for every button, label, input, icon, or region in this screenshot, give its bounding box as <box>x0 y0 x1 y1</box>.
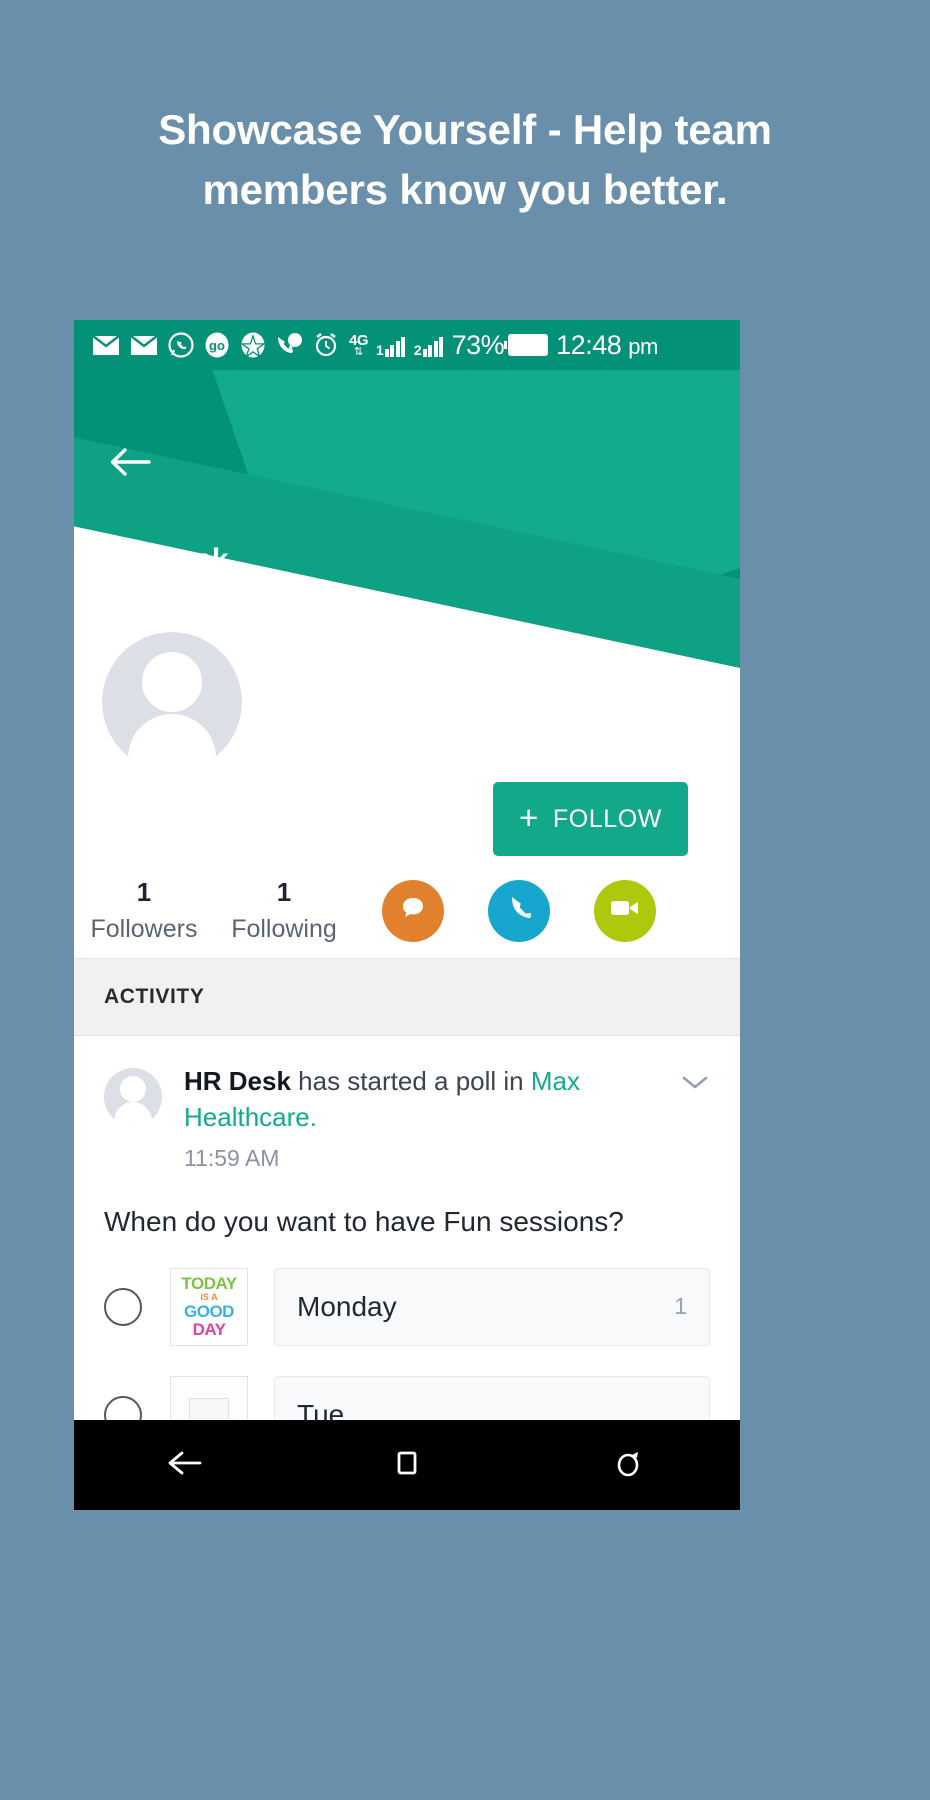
chat-icon <box>398 893 428 928</box>
thumb-line-1: TODAY <box>181 1274 237 1294</box>
video-icon <box>609 896 641 925</box>
android-recents-button[interactable] <box>589 1435 669 1495</box>
post-actor: HR Desk <box>184 1066 291 1096</box>
star-icon <box>240 332 266 358</box>
android-back-icon <box>166 1449 204 1482</box>
android-back-button[interactable] <box>145 1435 225 1495</box>
whatsapp-icon <box>168 332 194 358</box>
follow-button-label: FOLLOW <box>552 804 662 833</box>
profile-summary: + FOLLOW 1 Followers 1 Following <box>74 632 740 958</box>
post-timestamp: 11:59 AM <box>184 1144 280 1171</box>
android-home-icon <box>393 1449 421 1482</box>
thumb-line-4: DAY <box>192 1320 226 1340</box>
signal-sim1-icon: 1 <box>376 333 407 357</box>
sim2-label: 2 <box>413 342 422 358</box>
post-action: has started a poll in <box>290 1066 531 1096</box>
call-icon <box>504 893 534 928</box>
chat-call-icon <box>276 333 303 357</box>
poll-question: When do you want to have Fun sessions? <box>104 1205 624 1237</box>
profile-action-buttons <box>382 879 656 942</box>
android-nav-bar <box>74 1420 740 1510</box>
activity-section-header: ACTIVITY <box>74 958 740 1036</box>
poll-option-count: 1 <box>674 1293 687 1320</box>
status-bar: go 4G ⇅ 1 2 73% 12:48 pm <box>74 320 740 370</box>
battery-icon <box>504 334 549 356</box>
poll-option-monday[interactable]: TODAY IS A GOOD DAY Monday 1 <box>104 1267 710 1346</box>
stat-following[interactable]: 1 Following <box>214 878 354 944</box>
follow-button[interactable]: + FOLLOW <box>492 782 688 856</box>
video-call-button[interactable] <box>594 879 656 942</box>
go-icon: go <box>204 332 230 358</box>
avatar-body-shape <box>114 1102 152 1126</box>
plus-icon: + <box>518 799 539 836</box>
sim1-label: 1 <box>376 342 384 358</box>
following-label: Following <box>231 914 337 943</box>
promo-headline: Showcase Yourself - Help team members kn… <box>158 106 772 213</box>
svg-text:go: go <box>209 338 225 353</box>
chevron-down-icon <box>681 1074 709 1095</box>
phone-screen: go 4G ⇅ 1 2 73% 12:48 pm HR Desk + FOLLO… <box>74 320 740 1500</box>
activity-post: HR Desk has started a poll in Max Health… <box>74 1036 740 1454</box>
clock-time: 12:48 <box>556 329 622 360</box>
followers-label: Followers <box>90 914 198 943</box>
poll-option-bar[interactable]: Monday 1 <box>274 1267 710 1346</box>
network-4g-icon: 4G ⇅ <box>349 333 369 358</box>
avatar-head-shape <box>120 1076 146 1102</box>
post-avatar[interactable] <box>104 1068 162 1126</box>
clock-ampm: pm <box>628 333 658 359</box>
android-home-button[interactable] <box>367 1435 447 1495</box>
post-sentence: HR Desk has started a poll in Max Health… <box>184 1064 670 1136</box>
post-body: HR Desk has started a poll in Max Health… <box>184 1064 680 1172</box>
mail-icon <box>92 334 120 356</box>
page-title: HR Desk <box>104 543 229 576</box>
avatar-head-shape <box>142 652 202 712</box>
signal-sim2-icon: 2 <box>414 333 445 357</box>
battery-percent: 73% <box>451 329 505 360</box>
followers-count: 1 <box>136 877 152 907</box>
post-expand-button[interactable] <box>680 1074 710 1095</box>
call-button[interactable] <box>488 879 550 942</box>
chat-button[interactable] <box>382 879 444 942</box>
stat-followers[interactable]: 1 Followers <box>74 878 214 944</box>
thumb-line-3: GOOD <box>184 1302 234 1322</box>
poll-option-label: Monday <box>297 1290 397 1322</box>
mail-icon <box>130 334 158 356</box>
back-arrow-icon <box>109 446 151 483</box>
thumb-line-2: IS A <box>200 1292 218 1303</box>
post-header: HR Desk has started a poll in Max Health… <box>104 1064 710 1172</box>
alarm-icon <box>313 332 339 358</box>
network-arrows: ⇅ <box>353 345 364 358</box>
following-count: 1 <box>276 877 292 907</box>
clock: 12:48 pm <box>556 330 658 361</box>
android-recents-icon <box>614 1448 644 1483</box>
avatar[interactable] <box>102 632 242 772</box>
profile-stats: 1 Followers 1 Following <box>74 878 740 944</box>
radio-button[interactable] <box>104 1287 142 1326</box>
back-button[interactable] <box>102 436 158 492</box>
poll-option-thumbnail[interactable]: TODAY IS A GOOD DAY <box>170 1267 248 1346</box>
